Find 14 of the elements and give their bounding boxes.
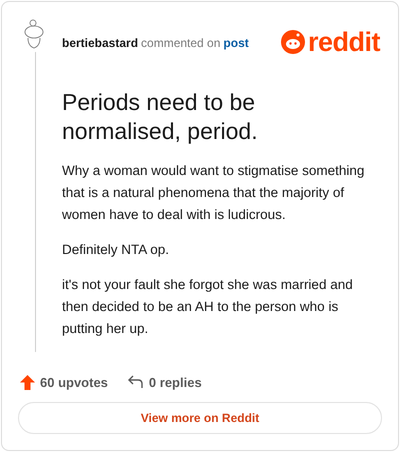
comment-paragraph: Why a woman would want to stigmatise something that is a natural phenomena that the majority of women have to deal with is ludicrous. (62, 162, 366, 224)
post-link[interactable]: post (223, 34, 249, 52)
comment-paragraph: Definitely NTA op. (62, 241, 170, 259)
upvote-count: 60 upvotes (40, 374, 108, 392)
logo-text: reddit (308, 28, 380, 56)
reply-count: 0 replies (148, 374, 202, 392)
upvote-arrow-icon[interactable] (20, 374, 35, 390)
comment-title: Periods need to be normalised, period. (62, 88, 259, 146)
action-text: commented on (141, 35, 220, 52)
reddit-logo-icon (280, 29, 306, 55)
reply-arrow-icon[interactable] (128, 375, 144, 390)
view-more-button[interactable]: View more on Reddit (18, 402, 382, 434)
comment-paragraph: it's not your fault she forgot she was married and then decided to be an AH to the person who is putting her up. (62, 276, 354, 338)
author-name[interactable]: bertiebastard (62, 34, 138, 52)
